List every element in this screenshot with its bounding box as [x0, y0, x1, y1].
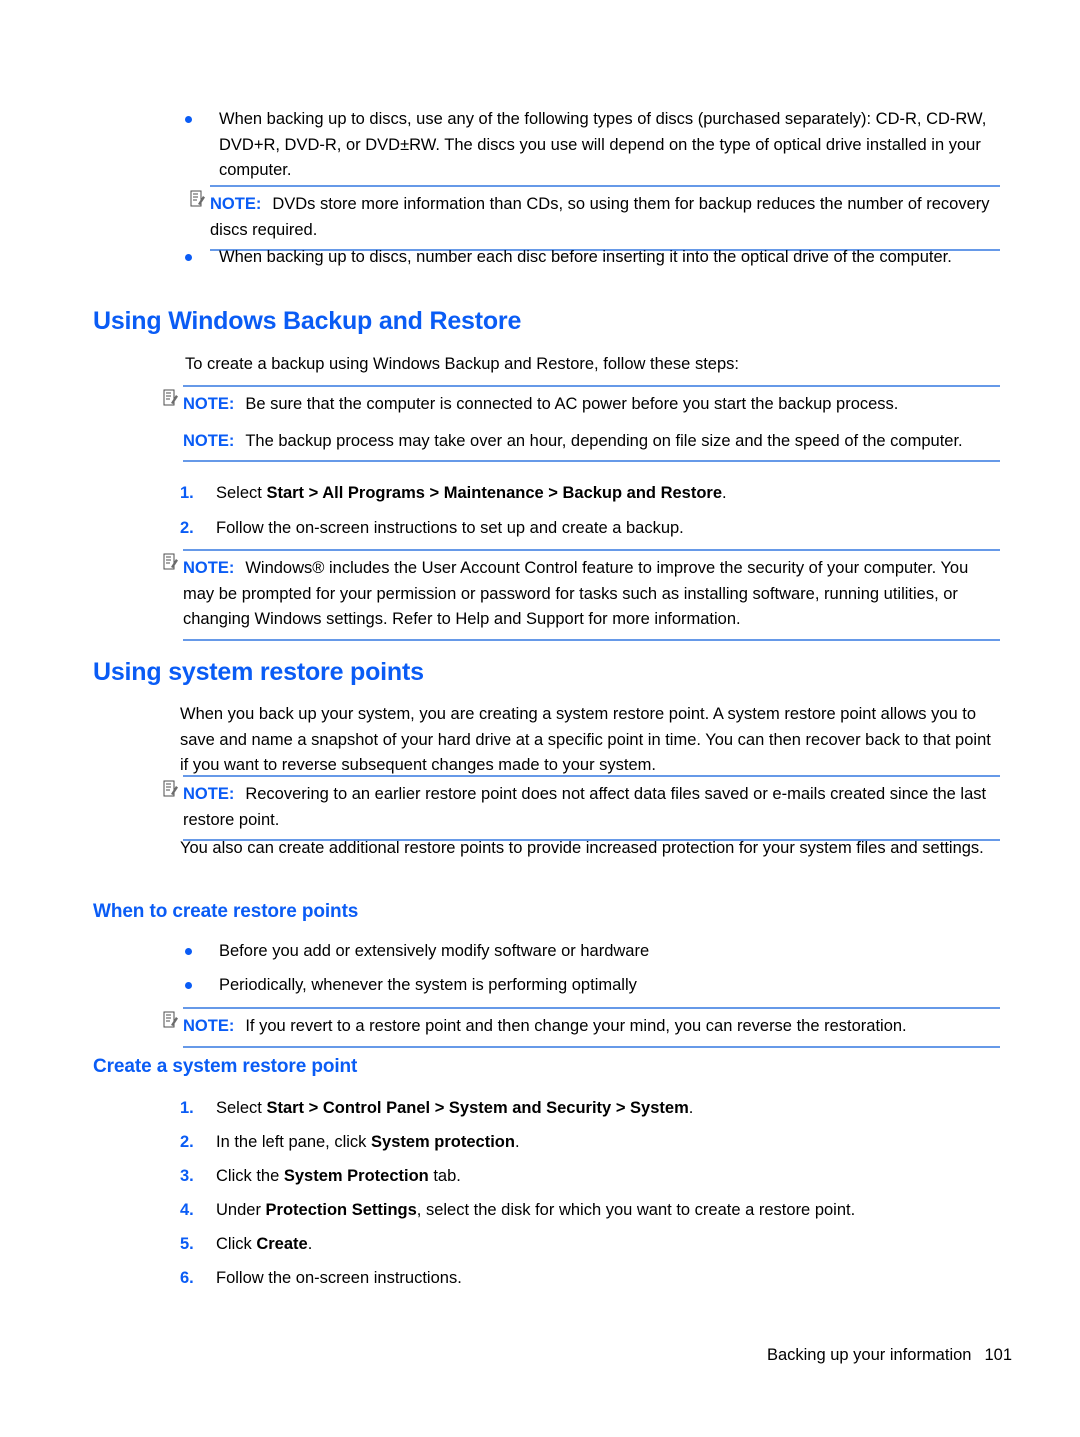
list-number: 2. — [180, 519, 194, 537]
paragraph-backup-intro: To create a backup using Windows Backup … — [185, 355, 739, 373]
note-text: DVDs store more information than CDs, so… — [210, 195, 990, 239]
ordered-list-item: 1. Select Start > All Programs > Mainten… — [180, 481, 1000, 507]
list-number: 1. — [180, 484, 194, 502]
list-item-text: In the left pane, click System protectio… — [216, 1130, 1000, 1156]
list-item-text: Select Start > All Programs > Maintenanc… — [216, 481, 1000, 507]
step-prefix: In the left pane, click — [216, 1133, 372, 1151]
step-prefix: Click the — [216, 1167, 284, 1185]
bullet-dot-icon — [185, 254, 192, 261]
list-item-text: Under Protection Settings, select the di… — [216, 1198, 1000, 1224]
step-prefix: Under — [216, 1201, 266, 1219]
list-item: Periodically, whenever the system is per… — [185, 973, 1000, 999]
ordered-list-item: 4. Under Protection Settings, select the… — [180, 1198, 1000, 1224]
paragraph-restore-points-1: When you back up your system, you are cr… — [180, 705, 991, 774]
list-number: 2. — [180, 1133, 194, 1151]
note-box: NOTE: Be sure that the computer is connec… — [183, 385, 1000, 462]
step-bold: Start > Control Panel > System and Secur… — [266, 1099, 689, 1117]
list-number: 6. — [180, 1269, 194, 1287]
note-text: Windows® includes the User Account Contr… — [183, 559, 969, 628]
note-box: NOTE: DVDs store more information than CD… — [210, 185, 1000, 251]
note-text: Recovering to an earlier restore point d… — [183, 785, 987, 829]
step-bold: System protection — [371, 1133, 515, 1151]
step-prefix: Click — [216, 1235, 257, 1253]
note-paragraph: NOTE: The backup process may take over an… — [183, 429, 1000, 455]
document-page: When backing up to discs, use any of the… — [0, 0, 1080, 1437]
section-heading-backup-restore: Using Windows Backup and Restore — [93, 307, 522, 335]
list-item-text: Periodically, whenever the system is per… — [219, 976, 637, 994]
note-paragraph: NOTE: Windows® includes the User Account … — [183, 556, 1000, 633]
list-item-text: Select Start > Control Panel > System an… — [216, 1096, 1000, 1122]
step-suffix: tab. — [428, 1167, 461, 1185]
step-bold: System Protection — [283, 1167, 429, 1185]
note-pencil-icon — [163, 553, 178, 570]
ordered-list-item: 2. Follow the on-screen instructions to … — [180, 516, 1000, 542]
list-item-text: Follow the on-screen instructions. — [216, 1266, 1000, 1292]
note-label: NOTE: — [183, 395, 235, 413]
note-box: NOTE: If you revert to a restore point an… — [183, 1007, 1000, 1048]
list-item-text: Before you add or extensively modify sof… — [219, 942, 650, 960]
list-number: 4. — [180, 1201, 194, 1219]
note-paragraph: NOTE: Recovering to an earlier restore po… — [183, 782, 1000, 833]
list-number: 1. — [180, 1099, 194, 1117]
list-item-text: Click the System Protection tab. — [216, 1164, 1000, 1190]
note-text: If you revert to a restore point and the… — [245, 1017, 907, 1035]
list-item-text: When backing up to discs, number each di… — [219, 248, 952, 266]
step-prefix: Follow the on-screen instructions to set… — [216, 519, 684, 537]
footer-title: Backing up your information — [766, 1346, 972, 1364]
footer-page-number: 101 — [984, 1346, 1012, 1364]
step-prefix: Select — [216, 1099, 267, 1117]
note-label: NOTE: — [210, 195, 262, 213]
list-item: When backing up to discs, use any of the… — [185, 107, 1000, 184]
list-item-text: Click Create. — [216, 1232, 1000, 1258]
bullet-dot-icon — [185, 982, 192, 989]
subsection-heading-create-point: Create a system restore point — [93, 1056, 358, 1077]
step-suffix: . — [514, 1133, 520, 1151]
note-label: NOTE: — [183, 785, 235, 803]
note-pencil-icon — [163, 389, 178, 406]
note-pencil-icon — [163, 780, 178, 797]
bullet-dot-icon — [185, 948, 192, 955]
note-box: NOTE: Recovering to an earlier restore po… — [183, 775, 1000, 841]
step-prefix: Follow the on-screen instructions. — [216, 1269, 462, 1287]
paragraph-restore-points-2: You also can create additional restore p… — [180, 839, 984, 857]
step-bold: Create — [256, 1235, 308, 1253]
step-bold: Protection Settings — [265, 1201, 417, 1219]
ordered-list-item: 1. Select Start > Control Panel > System… — [180, 1096, 1000, 1122]
note-label: NOTE: — [183, 559, 235, 577]
page-footer: Backing up your information 101 — [0, 1346, 1012, 1365]
bullet-dot-icon — [185, 116, 192, 123]
list-item-text: Follow the on-screen instructions to set… — [216, 516, 1000, 542]
step-prefix: Select — [216, 484, 267, 502]
note-paragraph: NOTE: Be sure that the computer is connec… — [183, 392, 1000, 418]
note-paragraph: NOTE: DVDs store more information than CD… — [210, 192, 1000, 243]
step-suffix: . — [688, 1099, 694, 1117]
list-item: When backing up to discs, number each di… — [185, 245, 1000, 271]
step-suffix: . — [722, 484, 727, 502]
step-suffix: , select the disk for which you want to … — [416, 1201, 856, 1219]
ordered-list-item: 5. Click Create. — [180, 1232, 1000, 1258]
note-text: Be sure that the computer is connected t… — [245, 395, 899, 413]
list-item: Before you add or extensively modify sof… — [185, 939, 1000, 965]
step-bold: Start > All Programs > Maintenance > Bac… — [266, 484, 723, 502]
ordered-list-item: 2. In the left pane, click System protec… — [180, 1130, 1000, 1156]
note-label: NOTE: — [183, 431, 235, 450]
list-item-text: When backing up to discs, use any of the… — [219, 110, 987, 179]
subsection-heading-when-to-create: When to create restore points — [93, 901, 359, 922]
note-label: NOTE: — [183, 1017, 235, 1035]
section-heading-restore-points: Using system restore points — [93, 658, 424, 686]
list-number: 5. — [180, 1235, 194, 1253]
note-pencil-icon — [190, 190, 205, 207]
note-text: The backup process may take over an hour… — [245, 431, 963, 450]
ordered-list-item: 6. Follow the on-screen instructions. — [180, 1266, 1000, 1292]
ordered-list-item: 3. Click the System Protection tab. — [180, 1164, 1000, 1190]
list-number: 3. — [180, 1167, 194, 1185]
step-suffix: . — [307, 1235, 313, 1253]
note-paragraph: NOTE: If you revert to a restore point an… — [183, 1014, 1000, 1040]
note-box: NOTE: Windows® includes the User Account … — [183, 549, 1000, 641]
note-pencil-icon — [163, 1011, 178, 1028]
